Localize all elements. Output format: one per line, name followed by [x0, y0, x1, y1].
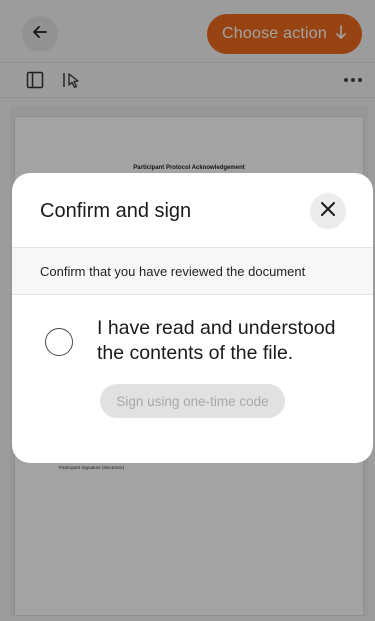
dialog-title: Confirm and sign	[40, 200, 192, 222]
close-button[interactable]	[310, 193, 346, 229]
close-icon	[320, 201, 336, 222]
confirm-sign-dialog: Confirm and sign Confirm that you have r…	[12, 173, 373, 463]
sign-otp-button[interactable]: Sign using one-time code	[100, 384, 285, 418]
confirm-radio[interactable]	[45, 328, 73, 356]
dialog-header: Confirm and sign	[12, 173, 373, 248]
confirm-label[interactable]: I have read and understood the contents …	[97, 316, 357, 366]
sign-otp-label: Sign using one-time code	[116, 393, 269, 409]
review-notice-text: Confirm that you have reviewed the docum…	[40, 264, 306, 279]
review-notice: Confirm that you have reviewed the docum…	[12, 248, 373, 295]
